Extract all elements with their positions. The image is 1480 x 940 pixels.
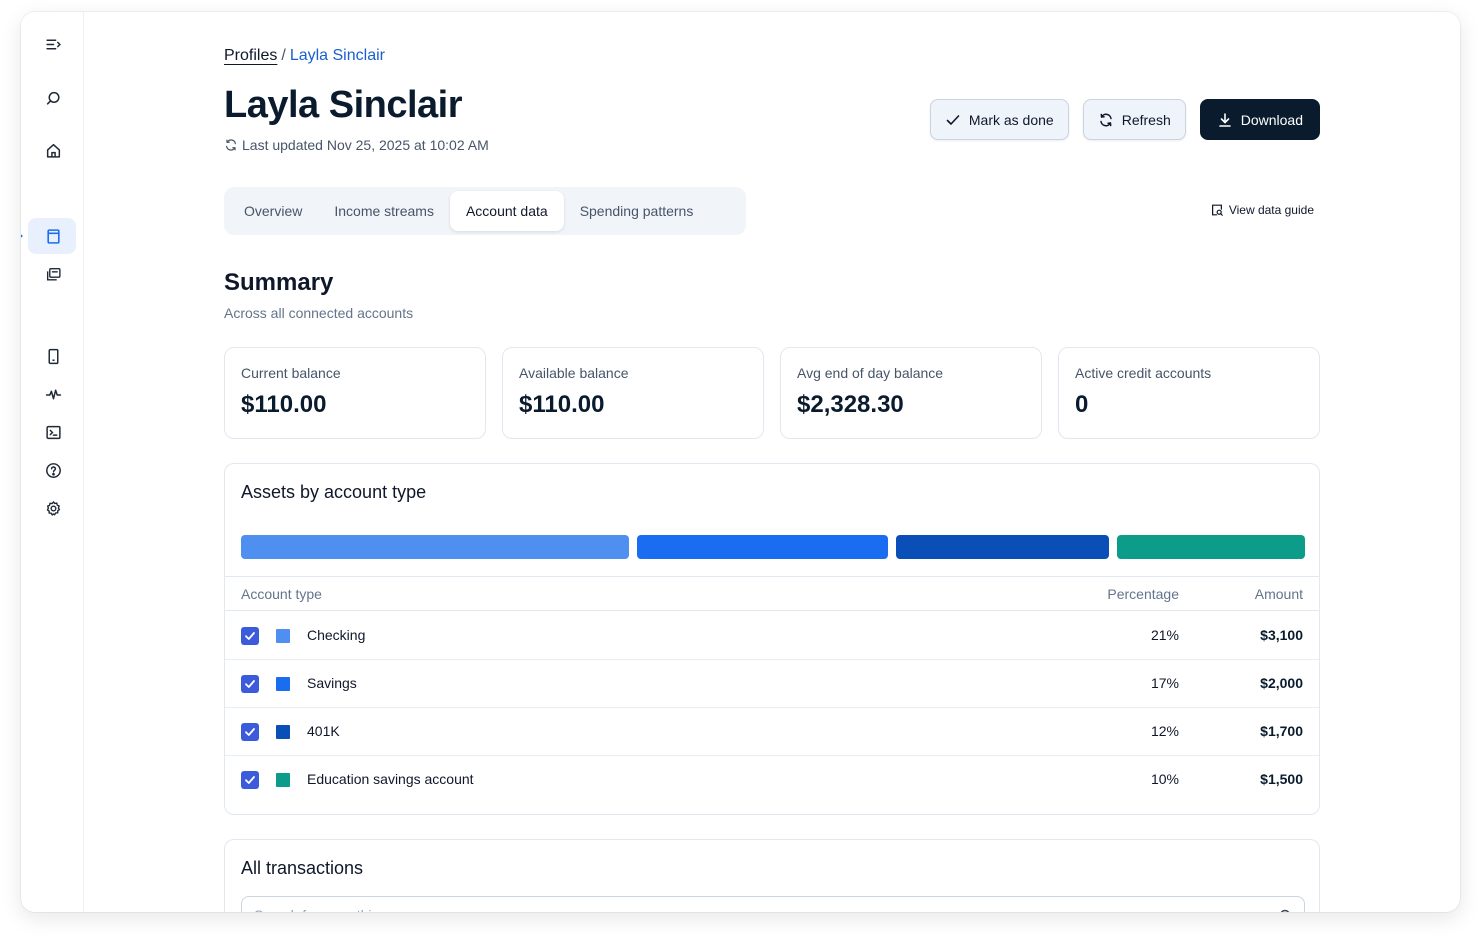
refresh-label: Refresh	[1121, 111, 1171, 128]
gallery-icon[interactable]	[40, 261, 66, 287]
help-icon[interactable]	[40, 457, 66, 483]
bar-segment-checking	[241, 535, 630, 559]
mark-as-done-button[interactable]: Mark as done	[929, 99, 1069, 140]
account-type-label: Education savings account	[307, 771, 474, 787]
collapse-menu-icon[interactable]	[40, 31, 66, 57]
transactions-panel: All transactions	[224, 839, 1320, 912]
view-data-guide-label: View data guide	[1228, 203, 1314, 217]
card-label: Current balance	[241, 365, 341, 381]
search-icon	[1280, 909, 1290, 912]
card-value: $110.00	[241, 391, 327, 418]
account-type-label: Checking	[307, 627, 366, 643]
assets-stacked-bar	[241, 535, 1305, 559]
table-row: 401K 12% $1,700	[225, 708, 1319, 756]
bar-segment-savings	[637, 535, 889, 559]
view-data-guide-link[interactable]: View data guide	[1210, 203, 1314, 217]
mobile-icon[interactable]	[40, 343, 66, 369]
assets-title: Assets by account type	[241, 482, 427, 502]
summary-card-available-balance: Available balance $110.00	[502, 347, 764, 439]
tab-account-data[interactable]: Account data	[449, 191, 564, 231]
row-checkbox[interactable]	[241, 771, 259, 789]
table-row: Checking 21% $3,100	[225, 612, 1319, 660]
row-checkbox[interactable]	[241, 627, 259, 645]
column-header-account-type: Account type	[241, 586, 322, 602]
account-amount: $1,700	[1260, 723, 1303, 739]
account-amount: $3,100	[1260, 627, 1303, 643]
transactions-search[interactable]	[241, 896, 1305, 912]
card-value: $110.00	[519, 391, 605, 418]
guide-icon	[1211, 204, 1223, 216]
tab-spending-patterns[interactable]: Spending patterns	[564, 191, 710, 231]
settings-icon[interactable]	[40, 495, 66, 521]
column-header-amount: Amount	[1254, 586, 1303, 602]
sidebar-active-marker	[21, 231, 23, 241]
summary-cards: Current balance $110.00 Available balanc…	[224, 347, 1320, 439]
download-label: Download	[1240, 111, 1303, 128]
checkmark-icon	[245, 776, 255, 784]
breadcrumb-current[interactable]: Layla Sinclair	[290, 47, 385, 64]
check-icon	[946, 114, 960, 125]
row-checkbox[interactable]	[241, 675, 259, 693]
color-swatch	[276, 629, 290, 643]
sidebar	[21, 12, 84, 912]
color-swatch	[276, 725, 290, 739]
account-type-label: 401K	[307, 723, 340, 739]
tab-income-streams[interactable]: Income streams	[318, 191, 450, 231]
app-window: Profiles / Layla Sinclair Layla Sinclair L…	[21, 12, 1460, 912]
summary-subtitle: Across all connected accounts	[224, 305, 414, 321]
profiles-icon[interactable]	[40, 223, 66, 249]
checkmark-icon	[245, 728, 255, 736]
checkmark-icon	[245, 680, 255, 688]
transactions-search-input[interactable]	[254, 907, 1254, 912]
account-percentage: 12%	[1150, 723, 1179, 739]
summary-title: Summary	[224, 269, 334, 296]
transactions-title: All transactions	[241, 858, 364, 878]
summary-card-active-credit-accounts: Active credit accounts 0	[1058, 347, 1320, 439]
breadcrumb-root-link[interactable]: Profiles	[224, 47, 277, 64]
table-row: Education savings account 10% $1,500	[225, 756, 1319, 804]
tab-overview[interactable]: Overview	[228, 191, 318, 231]
tab-bar: Overview Income streams Account data Spe…	[224, 187, 746, 235]
breadcrumb-separator: /	[281, 47, 286, 64]
card-value: 0	[1075, 391, 1089, 418]
main-content: Profiles / Layla Sinclair Layla Sinclair L…	[224, 12, 1320, 912]
assets-panel: Assets by account type Account type Perc…	[224, 463, 1320, 815]
card-label: Avg end of day balance	[797, 365, 944, 381]
last-updated: Last updated Nov 25, 2025 at 10:02 AM	[224, 137, 489, 153]
account-percentage: 17%	[1150, 675, 1179, 691]
bar-segment-education-savings-account	[1117, 535, 1305, 559]
row-checkbox[interactable]	[241, 723, 259, 741]
download-button[interactable]: Download	[1199, 99, 1320, 140]
home-icon[interactable]	[40, 137, 66, 163]
account-type-label: Savings	[307, 675, 357, 691]
refresh-icon	[1099, 113, 1112, 126]
account-amount: $1,500	[1260, 771, 1303, 787]
mark-as-done-label: Mark as done	[968, 111, 1054, 128]
account-percentage: 21%	[1150, 627, 1179, 643]
assets-table-header: Account type Percentage Amount	[225, 576, 1319, 611]
checkmark-icon	[245, 632, 255, 640]
breadcrumb: Profiles / Layla Sinclair	[224, 47, 385, 65]
download-icon	[1218, 112, 1231, 127]
account-percentage: 10%	[1150, 771, 1179, 787]
bar-segment-401k	[896, 535, 1110, 559]
color-swatch	[276, 677, 290, 691]
header-actions: Mark as done Refresh Download	[929, 99, 1320, 140]
table-row: Savings 17% $2,000	[225, 660, 1319, 708]
activity-icon[interactable]	[40, 381, 66, 407]
refresh-button[interactable]: Refresh	[1082, 99, 1186, 140]
card-label: Available balance	[519, 365, 629, 381]
color-swatch	[276, 773, 290, 787]
search-icon[interactable]	[40, 85, 66, 111]
card-value: $2,328.30	[797, 391, 904, 418]
terminal-icon[interactable]	[40, 419, 66, 445]
page-title: Layla Sinclair	[224, 84, 463, 126]
sync-icon	[226, 139, 236, 151]
account-amount: $2,000	[1260, 675, 1303, 691]
last-updated-text: Last updated Nov 25, 2025 at 10:02 AM	[242, 137, 489, 153]
summary-card-avg-eod-balance: Avg end of day balance $2,328.30	[780, 347, 1042, 439]
column-header-percentage: Percentage	[1107, 586, 1179, 602]
summary-card-current-balance: Current balance $110.00	[224, 347, 486, 439]
card-label: Active credit accounts	[1075, 365, 1212, 381]
